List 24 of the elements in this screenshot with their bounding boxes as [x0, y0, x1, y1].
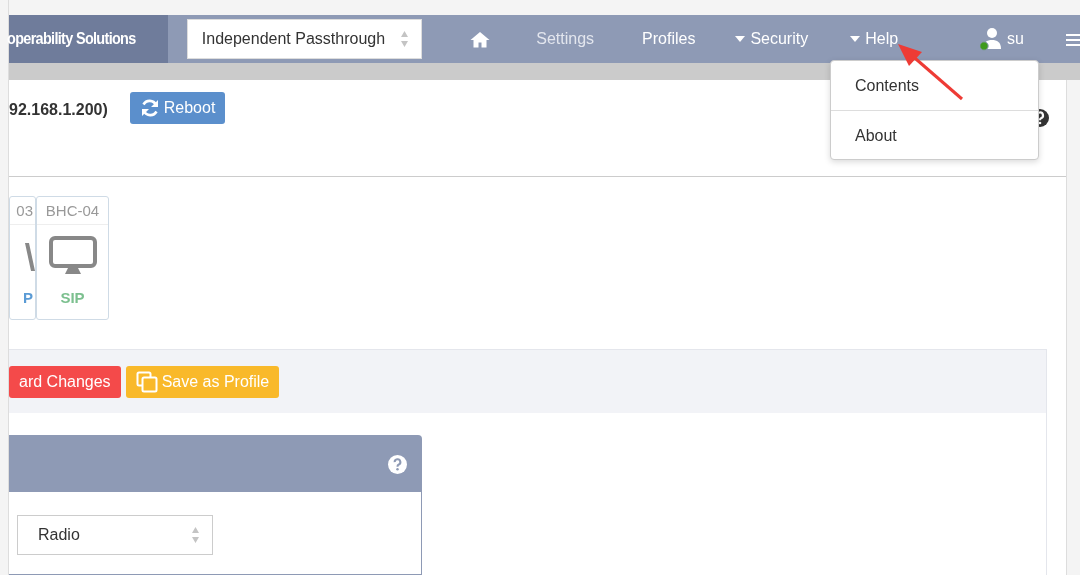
device-title: 92.168.1.200): [9, 100, 108, 120]
source-select[interactable]: Radio: [17, 515, 213, 555]
refresh-icon: [139, 99, 160, 117]
antenna-icon: [25, 241, 35, 271]
caret-icon: [735, 36, 746, 43]
sort-arrows-icon: [400, 30, 410, 49]
save-profile-button[interactable]: Save as Profile: [125, 365, 280, 398]
dropdown-link[interactable]: Help: [850, 27, 899, 52]
dropdown-link[interactable]: Security: [735, 27, 809, 52]
monitor-icon: [48, 236, 97, 276]
reboot-button[interactable]: Reboot: [129, 92, 226, 124]
menu-item[interactable]: Contents: [831, 61, 1038, 110]
profile-select[interactable]: Independent Passthrough: [186, 19, 423, 60]
sort-arrows-icon: [191, 526, 200, 544]
caret-icon: [850, 36, 861, 43]
home-link[interactable]: [470, 30, 491, 48]
copy-icon: [135, 370, 158, 393]
home-icon: [470, 30, 491, 48]
device-tile[interactable]: BHC-04 SIP: [36, 196, 109, 320]
discard-button[interactable]: ard Changes: [9, 365, 121, 398]
nav-link[interactable]: Profiles: [642, 27, 696, 52]
device-tile[interactable]: 03 P: [9, 196, 36, 320]
user-menu[interactable]: su: [980, 27, 1024, 52]
menu-item[interactable]: About: [831, 110, 1038, 159]
